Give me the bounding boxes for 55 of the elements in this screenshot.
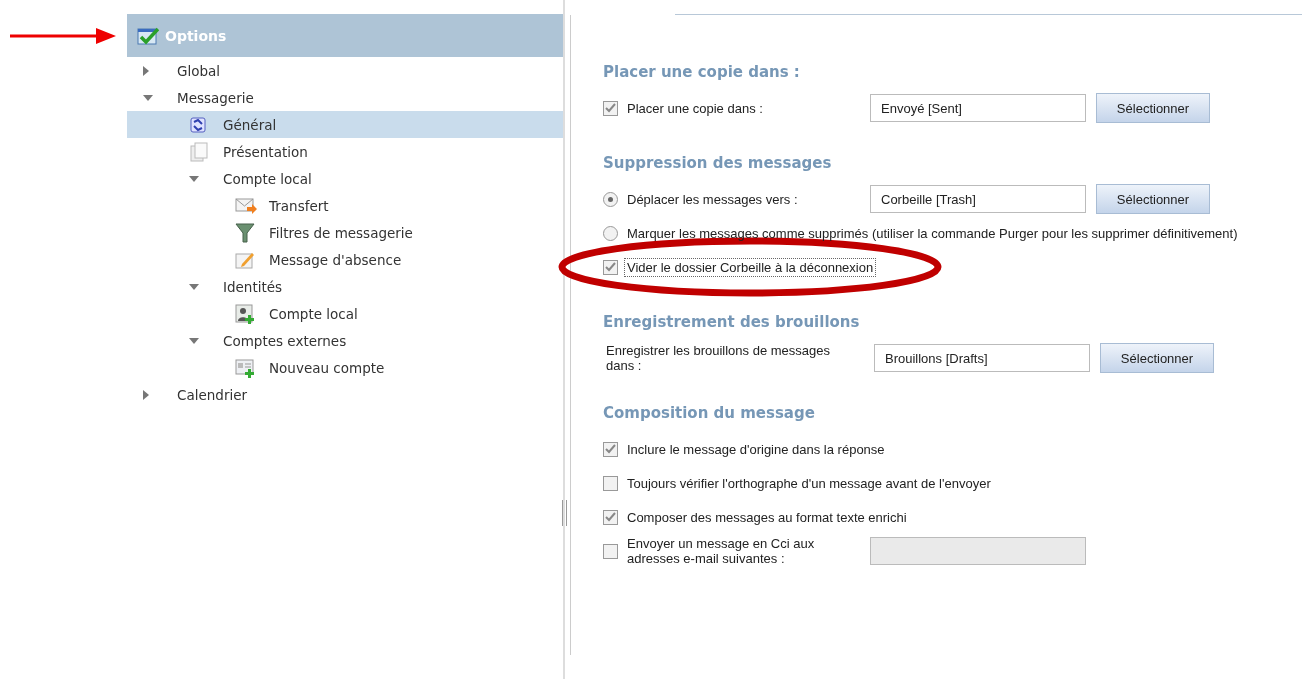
tree-item[interactable]: Comptes externes bbox=[127, 327, 563, 354]
tree-item[interactable]: Identités bbox=[127, 273, 563, 300]
tree-item[interactable]: Nouveau compte bbox=[127, 354, 563, 381]
radio-button[interactable] bbox=[603, 191, 618, 207]
option-label: Déplacer les messages vers : bbox=[626, 190, 799, 209]
select-button[interactable]: Sélectionner bbox=[1096, 93, 1210, 123]
tree-item[interactable]: Compte local bbox=[127, 300, 563, 327]
checkbox[interactable] bbox=[603, 259, 618, 275]
checkbox[interactable] bbox=[603, 509, 618, 525]
collapse-caret-icon[interactable] bbox=[189, 283, 199, 290]
checkmark-icon bbox=[137, 26, 159, 45]
collapse-caret-icon[interactable] bbox=[143, 94, 153, 101]
section-heading: Composition du message bbox=[603, 404, 816, 422]
section-heading: Placer une copie dans : bbox=[603, 63, 801, 81]
tree-item[interactable]: Filtres de messagerie bbox=[127, 219, 563, 246]
radio-button[interactable] bbox=[603, 225, 618, 241]
collapse-caret-icon[interactable] bbox=[189, 337, 199, 344]
checkbox[interactable] bbox=[603, 475, 618, 491]
tree-item[interactable]: Général bbox=[127, 111, 563, 138]
tree-item[interactable]: Calendrier bbox=[127, 381, 563, 408]
option-label: Toujours vérifier l'orthographe d'un message avant de l'envoyer bbox=[626, 474, 992, 493]
note-pencil-icon bbox=[235, 250, 255, 269]
card-plus-icon bbox=[235, 357, 255, 378]
collapse-caret-icon[interactable] bbox=[189, 175, 199, 182]
option-label: Marquer les messages comme supprimés (utiliser la commande Purger pour les supprimer définitivement) bbox=[626, 224, 1239, 243]
expand-caret-icon[interactable] bbox=[143, 389, 149, 400]
tree-item[interactable]: Compte local bbox=[127, 165, 563, 192]
folder-field[interactable]: Brouillons [Drafts] bbox=[874, 344, 1090, 372]
envelope-arrow-icon bbox=[235, 196, 257, 215]
folder-field[interactable]: Envoyé [Sent] bbox=[870, 94, 1086, 122]
option-label: Envoyer un message en Cci aux adresses e-mail suivantes : bbox=[626, 535, 816, 568]
tree-item[interactable]: Messagerie bbox=[127, 84, 563, 111]
tree-item[interactable]: Global bbox=[127, 57, 563, 84]
select-button[interactable]: Sélectionner bbox=[1096, 184, 1210, 214]
tree-item[interactable]: Transfert bbox=[127, 192, 563, 219]
option-label: Enregistrer les brouillons de messages dans : bbox=[605, 342, 831, 375]
options-title: Options bbox=[165, 27, 227, 44]
expand-caret-icon[interactable] bbox=[143, 65, 149, 76]
section-heading: Suppression des messages bbox=[603, 154, 833, 172]
option-label: Composer des messages au format texte enrichi bbox=[626, 508, 908, 527]
checkbox[interactable] bbox=[603, 441, 618, 457]
tree-item[interactable]: Message d'absence bbox=[127, 246, 563, 273]
folder-field[interactable]: Corbeille [Trash] bbox=[870, 185, 1086, 213]
checkbox[interactable] bbox=[603, 100, 618, 116]
section-heading: Enregistrement des brouillons bbox=[603, 313, 861, 331]
envelope-swirl-icon bbox=[189, 115, 207, 134]
option-label: Placer une copie dans : bbox=[626, 99, 764, 118]
person-plus-icon bbox=[235, 303, 255, 324]
option-label: Vider le dossier Corbeille à la déconnexion bbox=[624, 257, 877, 277]
splitter-handle[interactable] bbox=[562, 500, 567, 526]
page-icon bbox=[189, 141, 209, 162]
funnel-icon bbox=[235, 222, 255, 243]
tree-item[interactable]: Présentation bbox=[127, 138, 563, 165]
select-button[interactable]: Sélectionner bbox=[1100, 343, 1214, 373]
option-label: Inclure le message d'origine dans la réponse bbox=[626, 440, 886, 459]
